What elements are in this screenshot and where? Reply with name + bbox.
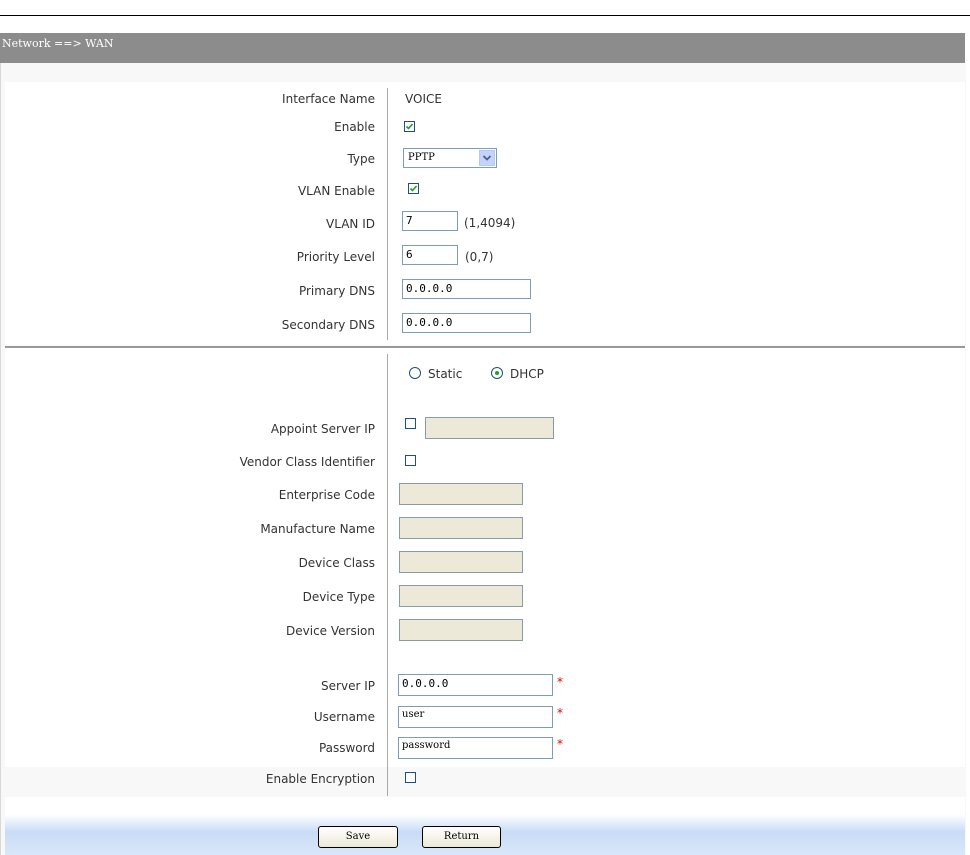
interface-name-label: Interface Name (282, 92, 375, 106)
required-marker: * (557, 737, 563, 751)
return-button[interactable]: Return (422, 826, 501, 848)
enterprise-code-label: Enterprise Code (278, 488, 375, 502)
enable-encryption-label: Enable Encryption (265, 772, 375, 786)
vlan-enable-checkbox[interactable] (408, 183, 419, 194)
static-radio[interactable] (409, 367, 421, 379)
primary-dns-input[interactable]: 0.0.0.0 (402, 279, 531, 299)
password-input[interactable]: password (398, 737, 553, 759)
manufacture-name-label: Manufacture Name (260, 522, 375, 536)
required-marker: * (557, 706, 563, 720)
vlan-enable-label: VLAN Enable (297, 184, 375, 198)
enable-encryption-checkbox[interactable] (405, 772, 416, 783)
column-divider (387, 88, 388, 340)
enterprise-code-input[interactable] (399, 483, 523, 505)
priority-level-label: Priority Level (296, 250, 375, 264)
device-class-label: Device Class (298, 556, 375, 570)
interface-name-value: VOICE (405, 92, 442, 106)
check-icon (405, 123, 414, 130)
top-divider (0, 15, 970, 16)
vendor-class-checkbox[interactable] (405, 455, 416, 466)
enable-checkbox[interactable] (404, 121, 415, 132)
username-input[interactable]: user (398, 706, 553, 728)
device-type-input[interactable] (399, 585, 523, 607)
device-version-input[interactable] (399, 619, 523, 641)
device-class-input[interactable] (399, 551, 523, 573)
device-type-label: Device Type (302, 590, 375, 604)
primary-dns-label: Primary DNS (298, 284, 375, 298)
vlan-id-range: (1,4094) (464, 216, 516, 230)
password-label: Password (318, 741, 375, 755)
type-select[interactable]: PPTP (403, 148, 497, 168)
manufacture-name-input[interactable] (399, 517, 523, 539)
required-marker: * (557, 675, 563, 689)
vlan-id-label: VLAN ID (326, 217, 375, 231)
save-button[interactable]: Save (318, 826, 398, 848)
dhcp-radio-label: DHCP (510, 367, 544, 381)
username-label: Username (313, 710, 375, 724)
dhcp-radio[interactable] (491, 367, 503, 379)
breadcrumb: Network ==> WAN (2, 37, 114, 50)
column-divider (387, 354, 388, 796)
priority-level-input[interactable]: 6 (402, 245, 458, 265)
server-ip-label: Server IP (321, 679, 375, 693)
type-label: Type (347, 152, 375, 166)
radio-selected-dot (495, 371, 499, 375)
appoint-server-ip-checkbox[interactable] (405, 418, 416, 429)
enable-label: Enable (334, 120, 375, 134)
type-selected-value: PPTP (408, 152, 435, 163)
secondary-dns-label: Secondary DNS (281, 318, 375, 332)
interface-section (5, 82, 965, 345)
static-radio-label: Static (428, 367, 463, 381)
page-title-bar: Network ==> WAN (0, 33, 965, 63)
chevron-down-icon[interactable] (479, 150, 495, 166)
priority-level-range: (0,7) (465, 250, 494, 264)
appoint-server-ip-label: Appoint Server IP (270, 422, 375, 436)
appoint-server-ip-input[interactable] (425, 417, 554, 439)
secondary-dns-input[interactable]: 0.0.0.0 (402, 313, 531, 333)
server-ip-input[interactable]: 0.0.0.0 (398, 674, 553, 696)
device-version-label: Device Version (286, 624, 375, 638)
vendor-class-label: Vendor Class Identifier (239, 455, 375, 469)
vlan-id-input[interactable]: 7 (402, 211, 458, 231)
check-icon (409, 185, 418, 192)
